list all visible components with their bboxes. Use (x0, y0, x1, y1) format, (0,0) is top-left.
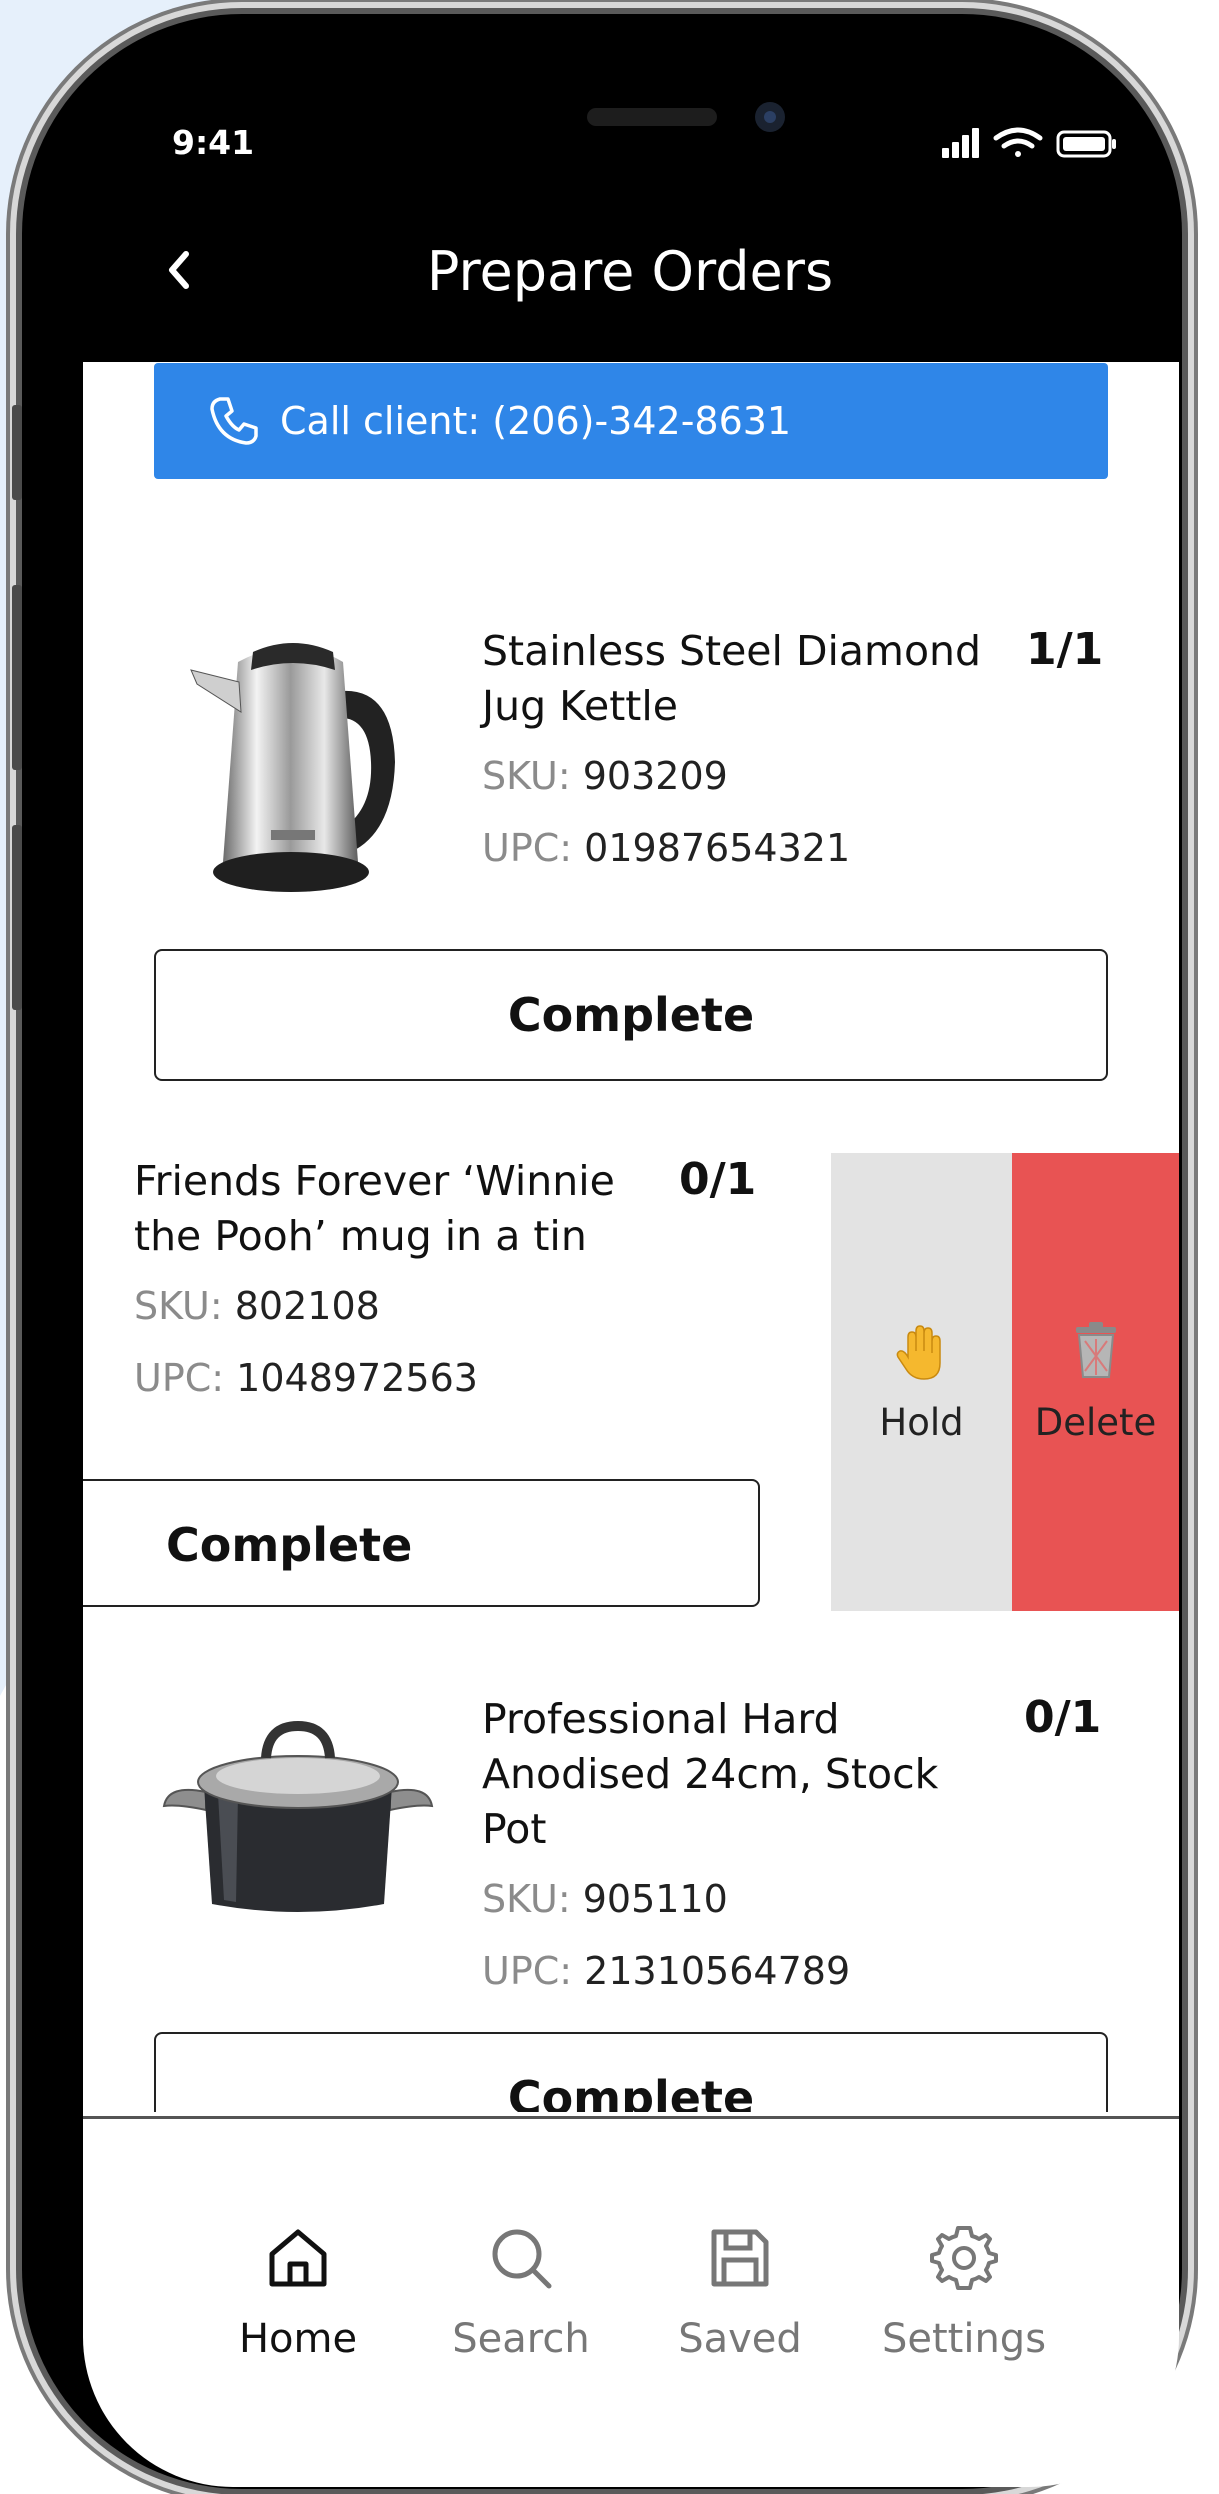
signal-icon (942, 128, 979, 158)
item-sku: SKU: 802108 (134, 1284, 380, 1328)
tab-saved[interactable]: Saved (640, 2222, 840, 2362)
item-name-line: Stainless Steel Diamond (482, 627, 982, 675)
upc-value: 1048972563 (236, 1356, 478, 1400)
tabbar-divider (83, 2116, 1179, 2119)
item-upc: UPC: 1048972563 (134, 1356, 478, 1400)
item-quantity: 1/1 (1026, 624, 1104, 675)
wifi-icon (993, 127, 1043, 157)
sku-value: 903209 (582, 754, 728, 798)
sku-label: SKU: (482, 1877, 571, 1921)
upc-value: 01987654321 (584, 826, 851, 870)
complete-button[interactable]: Complete (154, 2032, 1108, 2112)
tab-settings[interactable]: Settings (864, 2222, 1064, 2362)
status-icons (942, 127, 1116, 158)
item-name-line: Friends Forever ‘Winnie (134, 1157, 615, 1205)
tab-label: Home (238, 2316, 358, 2362)
item-button-clip: Complete (83, 2032, 1179, 2112)
item-upc: UPC: 01987654321 (482, 826, 850, 870)
save-icon (711, 2229, 769, 2287)
item-upc: UPC: 21310564789 (482, 1949, 850, 1993)
upc-label: UPC: (134, 1356, 225, 1400)
tab-search[interactable]: Search (421, 2222, 621, 2362)
sku-label: SKU: (134, 1284, 223, 1328)
page-title: Prepare Orders (426, 240, 834, 303)
sku-value: 905110 (582, 1877, 728, 1921)
battery-icon (1056, 130, 1116, 158)
volume-down-button (12, 825, 22, 1010)
gear-icon (930, 2226, 998, 2290)
item-quantity: 0/1 (1024, 1692, 1102, 1743)
trash-icon (1075, 1322, 1116, 1378)
sku-label: SKU: (482, 754, 571, 798)
item-name-line: the Pooh’ mug in a tin (134, 1212, 587, 1260)
complete-button[interactable]: Complete (154, 949, 1108, 1081)
sku-value: 802108 (234, 1284, 380, 1328)
tab-label: Saved (678, 2316, 802, 2362)
status-time: 9:41 (172, 123, 255, 162)
item-name-line: Professional Hard (482, 1695, 840, 1743)
item-name-line: Jug Kettle (482, 682, 678, 730)
item-quantity: 0/1 (679, 1154, 757, 1205)
back-button[interactable] (160, 240, 200, 300)
upc-label: UPC: (482, 826, 573, 870)
upc-value: 21310564789 (584, 1949, 851, 1993)
tab-label: Settings (881, 2316, 1047, 2362)
raised-hand-icon (896, 1325, 941, 1380)
phone-icon (210, 397, 258, 445)
search-icon (492, 2229, 552, 2289)
delete-action-button[interactable]: Delete (1012, 1153, 1179, 1611)
volume-up-button (12, 585, 22, 770)
mute-switch (12, 405, 22, 500)
hold-action-button[interactable]: Hold (831, 1153, 1012, 1611)
tab-label: Search (452, 2316, 590, 2362)
stock-pot-image (162, 1720, 434, 1912)
item-name-line: Anodised 24cm, Stock (482, 1750, 939, 1798)
speaker-grille (587, 108, 717, 126)
home-icon (269, 2229, 327, 2287)
kettle-image (190, 643, 395, 892)
call-client-label: Call client: (206)-342-8631 (280, 399, 792, 443)
hold-label: Hold (879, 1401, 964, 1444)
complete-button[interactable]: Complete (83, 1479, 760, 1607)
call-client-button[interactable]: Call client: (206)-342-8631 (154, 363, 1108, 479)
item-sku: SKU: 903209 (482, 754, 728, 798)
tab-home[interactable]: Home (198, 2222, 398, 2362)
screen-content: Call client: (206)-342-8631 Stainless St (83, 362, 1179, 2487)
front-camera (755, 102, 785, 132)
item-name-line: Pot (482, 1805, 547, 1853)
upc-label: UPC: (482, 1949, 573, 1993)
delete-label: Delete (1034, 1401, 1157, 1444)
chevron-left-icon (169, 251, 189, 289)
item-sku: SKU: 905110 (482, 1877, 728, 1921)
